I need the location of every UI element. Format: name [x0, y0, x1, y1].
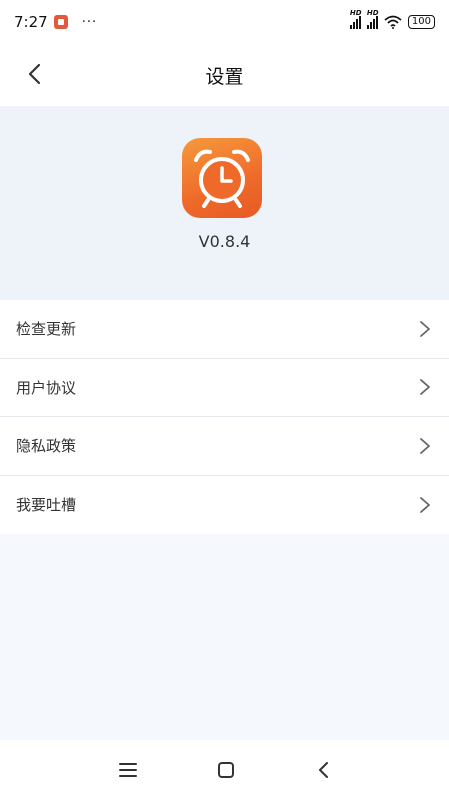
menu-item-label: 用户协议 [16, 378, 77, 397]
status-time: 7:27 [14, 13, 48, 31]
menu-item-label: 检查更新 [16, 320, 77, 339]
settings-menu: 检查更新 用户协议 隐私政策 我要吐槽 [0, 300, 449, 534]
back-button[interactable] [18, 58, 50, 90]
chevron-right-icon [420, 379, 430, 396]
system-nav-bar [0, 740, 449, 800]
home-button[interactable] [212, 758, 240, 782]
menu-icon [119, 763, 137, 777]
status-right: HD HD 100 [349, 9, 435, 29]
signal-hd-icon: HD [349, 9, 362, 29]
alarm-clock-icon [182, 138, 262, 218]
app-notification-icon [53, 15, 68, 29]
page-title: 设置 [205, 65, 244, 88]
header: 设置 [0, 44, 449, 106]
chevron-right-icon [420, 496, 430, 513]
more-notifications: ··· [81, 14, 98, 30]
chevron-left-icon [28, 63, 41, 85]
battery-icon: 100 [407, 15, 435, 29]
chevron-right-icon [420, 437, 430, 454]
back-icon [319, 762, 328, 778]
nav-back-button[interactable] [309, 758, 337, 782]
menu-item-user-agreement[interactable]: 用户协议 [0, 359, 449, 417]
signal-hd-icon: HD [366, 9, 379, 29]
status-bar: 7:27 ··· HD HD 100 [0, 0, 449, 44]
app-version: V0.8.4 [198, 232, 251, 251]
menu-item-feedback[interactable]: 我要吐槽 [0, 476, 449, 535]
recent-apps-button[interactable] [114, 758, 142, 782]
menu-item-privacy-policy[interactable]: 隐私政策 [0, 417, 449, 476]
menu-item-label: 隐私政策 [16, 437, 77, 456]
app-info-section: V0.8.4 [0, 106, 449, 300]
status-left: 7:27 ··· [14, 13, 97, 31]
menu-item-check-update[interactable]: 检查更新 [0, 300, 449, 359]
chevron-right-icon [420, 320, 430, 337]
menu-item-label: 我要吐槽 [16, 496, 77, 515]
home-icon [218, 762, 234, 778]
wifi-icon [384, 15, 402, 29]
